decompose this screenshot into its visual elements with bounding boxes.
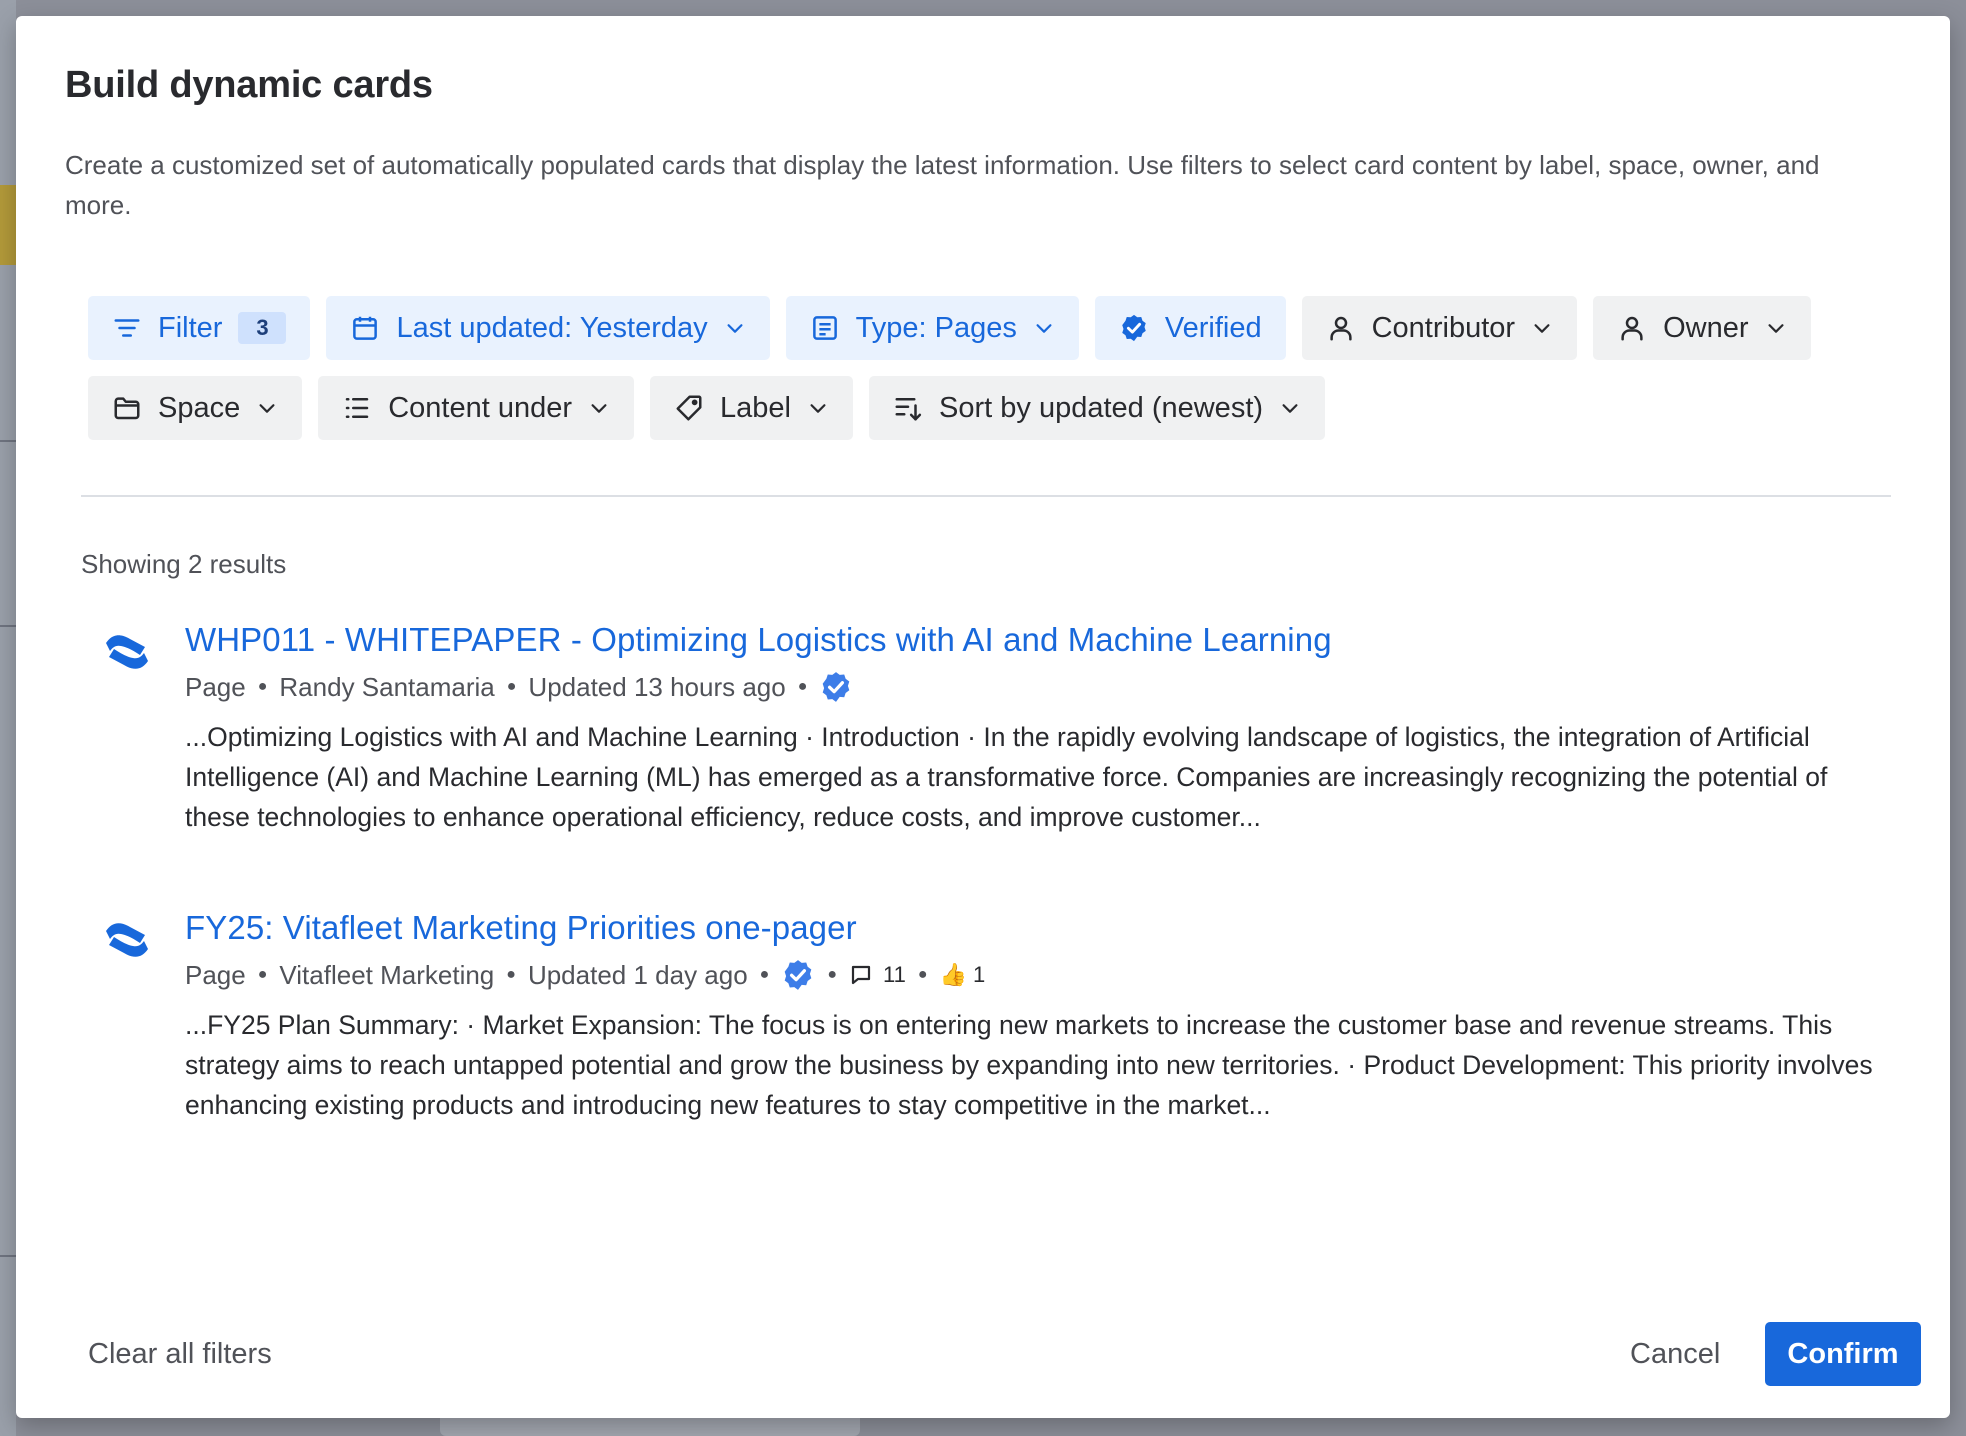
background-panel (440, 1418, 860, 1436)
separator-dot: ● (257, 966, 268, 983)
chevron-down-icon (256, 397, 278, 419)
result-meta: Page ● Randy Santamaria ● Updated 13 hou… (185, 670, 853, 704)
contributor-dropdown[interactable]: Contributor (1301, 296, 1578, 360)
sort-dropdown[interactable]: Sort by updated (newest) (869, 376, 1326, 440)
filter-button[interactable]: Filter 3 (88, 296, 311, 360)
chevron-down-icon (588, 397, 610, 419)
separator-dot: ● (506, 966, 516, 983)
chevron-down-icon (724, 317, 746, 339)
separator-dot: ● (257, 678, 268, 695)
separator-dot: ● (759, 966, 770, 983)
result-excerpt: ...FY25 Plan Summary: · Market Expansion… (185, 1010, 1873, 1120)
list-icon (342, 393, 372, 423)
modal-description: Create a customized set of automatically… (65, 150, 1820, 220)
confluence-logo-icon (103, 627, 151, 677)
owner-label: Owner (1663, 311, 1749, 344)
page-icon (810, 313, 840, 343)
chevron-down-icon (807, 397, 829, 419)
results-count: Showing 2 results (81, 549, 287, 579)
clear-all-filters-button[interactable]: Clear all filters (88, 1338, 272, 1371)
verified-icon (819, 670, 853, 704)
result-type: Page (185, 671, 246, 702)
background-banner (0, 185, 16, 265)
filter-count-badge: 3 (238, 312, 287, 344)
tag-icon (674, 393, 704, 423)
separator-dot: ● (797, 678, 808, 695)
space-dropdown[interactable]: Space (88, 376, 303, 440)
background-divider (0, 625, 16, 627)
thumbs-up-icon: 👍 (939, 962, 967, 987)
result-updated: Updated 1 day ago (527, 959, 748, 990)
result-author: Randy Santamaria (279, 671, 495, 702)
label-dropdown[interactable]: Label (650, 376, 854, 440)
verified-icon (781, 958, 815, 992)
comment-count: 11 (883, 962, 906, 987)
verified-icon (1119, 313, 1149, 343)
background-divider (0, 440, 16, 442)
chevron-down-icon (1279, 397, 1301, 419)
cancel-button[interactable]: Cancel (1610, 1322, 1740, 1386)
modal-title: Build dynamic cards (65, 64, 433, 106)
filter-bar: Filter 3 Last updated: Yesterday Type: P… (88, 296, 1908, 440)
owner-dropdown[interactable]: Owner (1593, 296, 1811, 360)
result-title-link[interactable]: FY25: Vitafleet Marketing Priorities one… (185, 909, 857, 947)
verified-label: Verified (1164, 311, 1262, 344)
comment-icon (849, 963, 873, 987)
result-card: WHP011 - WHITEPAPER - Optimizing Logisti… (81, 621, 1881, 861)
build-dynamic-cards-modal: Build dynamic cards Create a customized … (16, 16, 1950, 1418)
person-icon (1617, 313, 1647, 343)
result-excerpt: ...Optimizing Logistics with AI and Mach… (185, 722, 1828, 832)
confirm-button[interactable]: Confirm (1765, 1322, 1921, 1386)
calendar-icon (350, 313, 380, 343)
result-type: Page (185, 959, 246, 990)
filter-divider (81, 495, 1891, 497)
content-under-label: Content under (388, 391, 573, 424)
verified-toggle[interactable]: Verified (1094, 296, 1286, 360)
separator-dot: ● (917, 966, 928, 983)
folder-icon (112, 393, 142, 423)
type-dropdown[interactable]: Type: Pages (785, 296, 1079, 360)
person-icon (1326, 313, 1356, 343)
sort-icon (893, 393, 923, 423)
chevron-down-icon (1033, 317, 1055, 339)
separator-dot: ● (827, 966, 838, 983)
last-updated-label: Last updated: Yesterday (396, 311, 708, 344)
background-divider (0, 1255, 16, 1257)
last-updated-dropdown[interactable]: Last updated: Yesterday (326, 296, 770, 360)
chevron-down-icon (1531, 317, 1553, 339)
sort-label: Sort by updated (newest) (939, 391, 1264, 424)
type-label: Type: Pages (855, 311, 1017, 344)
filter-icon (112, 313, 142, 343)
contributor-label: Contributor (1371, 311, 1516, 344)
confluence-logo-icon (103, 915, 151, 965)
result-card: FY25: Vitafleet Marketing Priorities one… (81, 909, 1881, 1149)
space-label: Space (158, 391, 241, 424)
content-under-dropdown[interactable]: Content under (318, 376, 635, 440)
label-label: Label (720, 391, 792, 424)
reaction-count: 1 (972, 962, 986, 987)
result-updated: Updated 13 hours ago (528, 671, 786, 702)
result-author: Vitafleet Marketing (279, 959, 495, 990)
result-meta: Page ● Vitafleet Marketing ● Updated 1 d… (185, 958, 985, 992)
result-title-link[interactable]: WHP011 - WHITEPAPER - Optimizing Logisti… (185, 621, 1332, 659)
chevron-down-icon (1765, 317, 1787, 339)
filter-label: Filter (158, 311, 223, 344)
separator-dot: ● (506, 678, 517, 695)
